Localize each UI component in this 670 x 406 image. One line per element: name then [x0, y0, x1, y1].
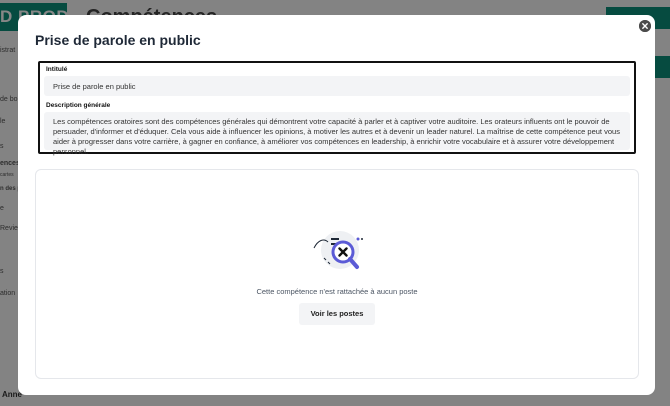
description-field-label: Description générale: [46, 102, 111, 109]
title-field-label: Intitulé: [46, 66, 68, 73]
title-field-value: Prise de parole en public: [44, 76, 630, 96]
description-field-value: Les compétences oratoires sont des compé…: [44, 112, 630, 156]
skill-info-panel: Intitulé Prise de parole en public Descr…: [38, 61, 636, 156]
see-positions-button[interactable]: Voir les postes: [299, 303, 375, 325]
skill-detail-modal: Prise de parole en public Intitulé Prise…: [18, 15, 655, 395]
close-icon[interactable]: [639, 20, 651, 32]
empty-state-card: Cette compétence n'est rattachée à aucun…: [35, 169, 639, 379]
magnifier-no-results-icon: [310, 228, 366, 274]
close-icon-glyph: [639, 20, 651, 32]
modal-title: Prise de parole en public: [35, 32, 201, 48]
empty-state-message: Cette compétence n'est rattachée à aucun…: [256, 287, 418, 296]
